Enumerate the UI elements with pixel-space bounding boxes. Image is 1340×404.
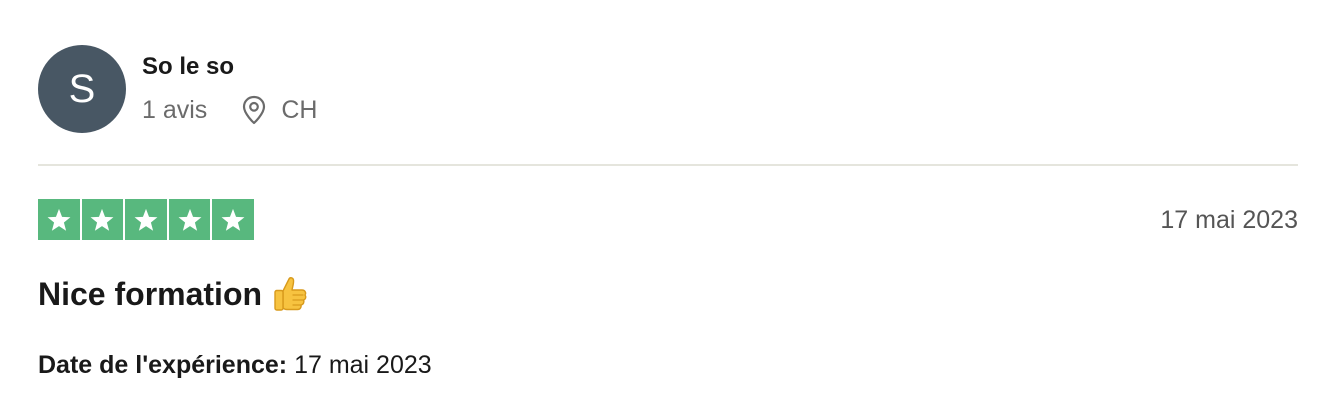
experience-label: Date de l'expérience: — [38, 351, 288, 379]
review-date: 17 mai 2023 — [1160, 206, 1298, 234]
thumbs-up-icon — [272, 275, 308, 313]
star-icon — [212, 199, 254, 240]
divider — [38, 164, 1298, 166]
consumer-meta: 1 avis CH — [142, 95, 317, 125]
consumer-name[interactable]: So le so — [142, 53, 234, 81]
review-count: 1 avis — [142, 95, 208, 124]
review-title[interactable]: Nice formation — [38, 274, 308, 314]
location-pin-icon — [241, 95, 267, 125]
star-icon — [168, 199, 211, 240]
review-card: S So le so 1 avis CH 17 mai 2023 Nice fo… — [38, 0, 1298, 404]
star-icon — [125, 199, 167, 240]
experience-date-value: 17 mai 2023 — [294, 351, 432, 379]
star-icon — [38, 199, 80, 240]
avatar-initial: S — [68, 67, 96, 111]
consumer-info: S So le so 1 avis CH — [38, 44, 638, 134]
consumer-location: CH — [241, 95, 317, 125]
review-title-text[interactable]: Nice formation — [38, 274, 262, 314]
star-rating — [38, 199, 254, 240]
experience-date: Date de l'expérience: 17 mai 2023 — [38, 350, 432, 380]
star-icon — [81, 199, 124, 240]
country-code: CH — [281, 95, 318, 124]
avatar[interactable]: S — [38, 45, 126, 133]
